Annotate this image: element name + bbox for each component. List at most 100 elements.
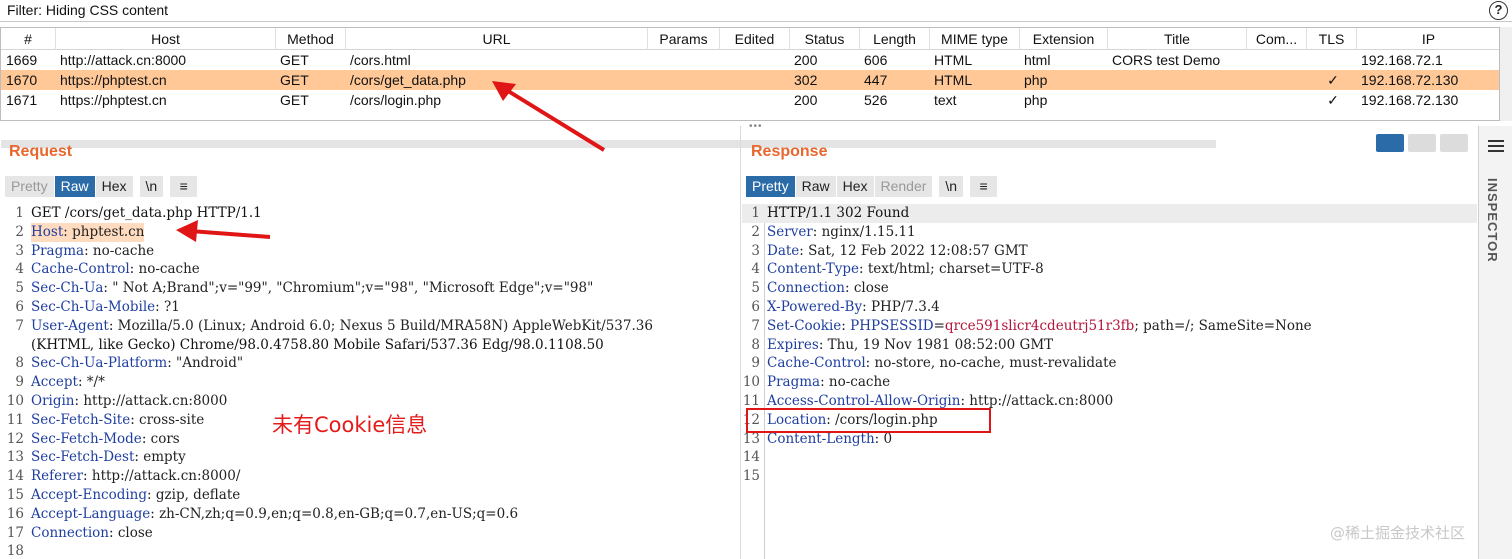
header-value: nginx/1.15.11 — [821, 223, 916, 240]
vertical-scrollbar[interactable] — [1500, 27, 1512, 121]
tab-newline[interactable]: \n — [139, 176, 165, 197]
tab-hex[interactable]: Hex — [836, 176, 875, 197]
code-line[interactable]: 18 — [6, 542, 736, 559]
pane-divider[interactable] — [740, 126, 741, 559]
code-line[interactable]: 14 — [742, 448, 1477, 467]
header-name: Date — [767, 242, 800, 259]
tab-render[interactable]: Render — [874, 176, 934, 197]
inspector-sidebar[interactable]: INSPECTOR — [1478, 126, 1512, 559]
code-line[interactable]: 2 Server: nginx/1.15.11 — [742, 223, 1477, 242]
column-header-method[interactable]: Method — [276, 28, 346, 50]
column-header-num[interactable]: # — [1, 28, 56, 50]
code-line[interactable]: 7 User-Agent: Mozilla/5.0 (Linux; Android… — [6, 317, 736, 336]
single-pane-icon[interactable] — [1440, 134, 1468, 152]
code-line[interactable]: 5 Sec-Ch-Ua: " Not A;Brand";v="99", "Chro… — [6, 279, 736, 298]
request-view-tabs: Pretty Raw Hex \n ≡ — [5, 176, 199, 197]
column-header-edited[interactable]: Edited — [720, 28, 790, 50]
code-line[interactable]: 1 HTTP/1.1 302 Found — [742, 204, 1477, 223]
help-icon[interactable]: ? — [1489, 1, 1508, 20]
code-line[interactable]: 10 Pragma: no-cache — [742, 373, 1477, 392]
column-header-title[interactable]: Title — [1108, 28, 1247, 50]
tab-raw[interactable]: Raw — [795, 176, 837, 197]
code-line[interactable]: 8 Sec-Ch-Ua-Platform: "Android" — [6, 354, 736, 373]
cell-num: 1671 — [6, 92, 38, 108]
code-line[interactable]: 1 GET /cors/get_data.php HTTP/1.1 — [6, 204, 736, 223]
line-number: 6 — [15, 298, 24, 315]
header-line: Origin: http://attack.cn:8000 — [31, 392, 228, 409]
code-line[interactable]: 14 Referer: http://attack.cn:8000/ — [6, 467, 736, 486]
column-header-ip[interactable]: IP — [1357, 28, 1501, 50]
column-header-comment[interactable]: Com... — [1247, 28, 1307, 50]
header-line: Pragma: no-cache — [767, 374, 891, 391]
header-name: Accept — [31, 374, 78, 391]
code-line[interactable]: 3 Pragma: no-cache — [6, 242, 736, 261]
code-line[interactable]: 3 Date: Sat, 12 Feb 2022 12:08:57 GMT — [742, 242, 1477, 261]
code-line[interactable]: 8 Expires: Thu, 19 Nov 1981 08:52:00 GMT — [742, 336, 1477, 355]
code-line[interactable]: 10 Origin: http://attack.cn:8000 — [6, 392, 736, 411]
request-editor[interactable]: 1 GET /cors/get_data.php HTTP/1.1 2 Host: p… — [6, 204, 736, 559]
code-line[interactable]: 6 X-Powered-By: PHP/7.3.4 — [742, 298, 1477, 317]
menu-icon[interactable]: ≡ — [170, 176, 199, 197]
header-line: Content-Type: text/html; charset=UTF-8 — [767, 261, 1044, 278]
cell-num: 1670 — [6, 72, 38, 88]
table-row[interactable]: 1670 https://phptest.cn GET/cors/get_data.… — [1, 70, 1499, 90]
code-line[interactable]: 15 Accept-Encoding: gzip, deflate — [6, 486, 736, 505]
header-line: Referer: http://attack.cn:8000/ — [31, 468, 241, 485]
header-name: Sec-Ch-Ua-Platform — [31, 355, 168, 372]
line-number: 11 — [6, 411, 24, 428]
inspector-label[interactable]: INSPECTOR — [1485, 178, 1500, 263]
cell-params — [652, 90, 718, 110]
inspector-menu-icon[interactable] — [1488, 140, 1504, 155]
pane-splitter-handle[interactable]: ••• — [749, 121, 763, 132]
tab-pretty[interactable]: Pretty — [5, 176, 55, 197]
column-header-ext[interactable]: Extension — [1020, 28, 1108, 50]
tab-raw[interactable]: Raw — [54, 176, 96, 197]
code-line[interactable]: 15 — [742, 467, 1477, 486]
header-name: Set-Cookie — [767, 317, 842, 334]
code-line[interactable]: 7 Set-Cookie: PHPSESSID=qrce591slicr4cdeu… — [742, 317, 1477, 336]
filter-text[interactable]: Filter: Hiding CSS content — [7, 1, 168, 19]
cell-ext: php — [1024, 92, 1048, 108]
table-row[interactable]: 1671 https://phptest.cn GET/cors/login.php… — [1, 90, 1499, 110]
tab-newline[interactable]: \n — [939, 176, 965, 197]
column-header-status[interactable]: Status — [790, 28, 860, 50]
menu-icon[interactable]: ≡ — [970, 176, 999, 197]
header-value: Thu, 19 Nov 1981 08:52:00 GMT — [827, 336, 1054, 353]
filter-bar[interactable]: Filter: Hiding CSS content ? — [0, 0, 1512, 22]
column-header-tls[interactable]: TLS — [1307, 28, 1357, 50]
code-line[interactable]: 13 Sec-Fetch-Dest: empty — [6, 448, 736, 467]
header-line: Sec-Fetch-Mode: cors — [31, 430, 180, 447]
header-name: Connection — [767, 280, 845, 297]
header-value: ?1 — [164, 298, 180, 315]
tab-hex[interactable]: Hex — [95, 176, 134, 197]
column-header-params[interactable]: Params — [648, 28, 720, 50]
column-header-length[interactable]: Length — [860, 28, 930, 50]
code-line[interactable]: 5 Connection: close — [742, 279, 1477, 298]
header-value: close — [853, 280, 889, 297]
cell-ext: html — [1024, 52, 1051, 68]
cell-method: GET — [280, 72, 309, 88]
code-line[interactable]: 4 Cache-Control: no-cache — [6, 260, 736, 279]
code-line[interactable]: (KHTML, like Gecko) Chrome/98.0.4758.80 … — [6, 336, 736, 355]
code-line[interactable]: 9 Accept: */* — [6, 373, 736, 392]
cell-url: /cors/login.php — [350, 92, 442, 108]
header-name: Referer — [31, 468, 84, 485]
code-line[interactable]: 6 Sec-Ch-Ua-Mobile: ?1 — [6, 298, 736, 317]
column-header-host[interactable]: Host — [56, 28, 276, 50]
tab-pretty[interactable]: Pretty — [746, 176, 796, 197]
column-header-mime[interactable]: MIME type — [930, 28, 1020, 50]
horizontal-scrollbar[interactable] — [1, 140, 1216, 148]
cell-num: 1669 — [6, 52, 38, 68]
code-line[interactable]: 17 Connection: close — [6, 524, 736, 543]
code-line[interactable]: 2 Host: phptest.cn — [6, 222, 736, 242]
code-line[interactable]: 9 Cache-Control: no-store, no-cache, must… — [742, 354, 1477, 373]
code-line[interactable]: 16 Accept-Language: zh-CN,zh;q=0.9,en;q=0… — [6, 505, 736, 524]
split-vertical-icon[interactable] — [1408, 134, 1436, 152]
table-row[interactable]: 1669 http://attack.cn:8000 GET/cors.html 20… — [1, 50, 1499, 70]
response-editor[interactable]: 1 HTTP/1.1 302 Found 2 Server: nginx/1.15.1… — [742, 204, 1477, 486]
column-header-url[interactable]: URL — [346, 28, 648, 50]
split-horizontal-icon[interactable] — [1376, 134, 1404, 152]
code-line[interactable]: 4 Content-Type: text/html; charset=UTF-8 — [742, 260, 1477, 279]
line-number: 1 — [751, 205, 760, 221]
header-name: Content-Type — [767, 261, 860, 278]
